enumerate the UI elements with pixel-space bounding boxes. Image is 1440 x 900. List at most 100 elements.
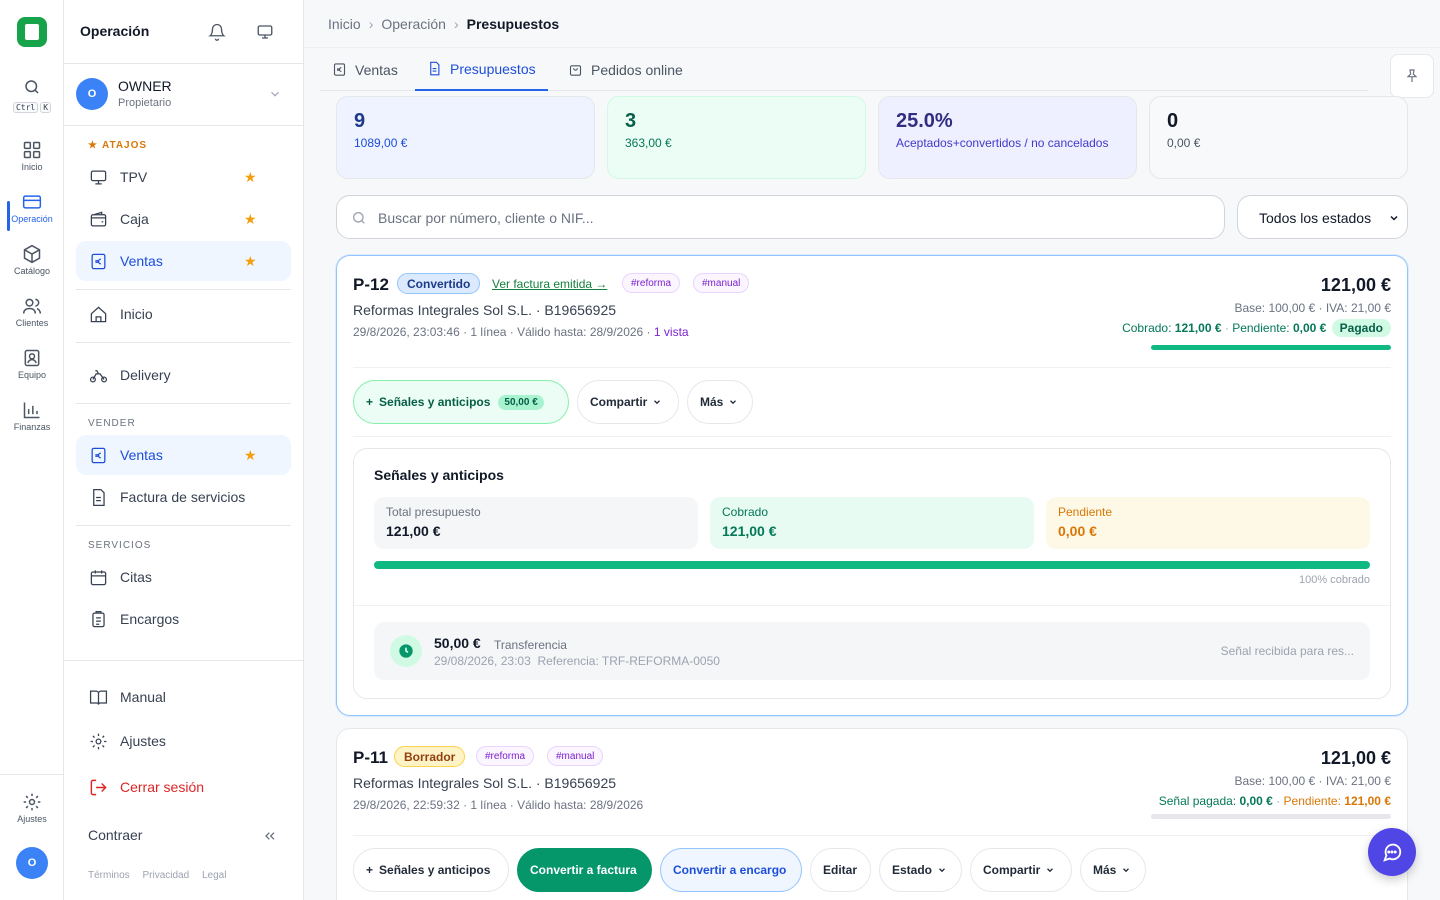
section-label: VENDER bbox=[88, 418, 136, 429]
payment-row[interactable]: 50,00 € Transferencia 29/08/2026, 23:03 … bbox=[374, 622, 1370, 680]
sidebar-header: Operación bbox=[64, 0, 303, 64]
sidebar-item-ventas[interactable]: Ventas ★ bbox=[76, 435, 291, 475]
stat-sub: 363,00 € bbox=[625, 136, 672, 150]
pending-amount: 0,00 € bbox=[1292, 321, 1327, 335]
rail-item-clientes[interactable]: Clientes bbox=[0, 296, 64, 346]
user-switcher[interactable]: O OWNER Propietario bbox=[64, 64, 304, 126]
deposits-button[interactable]: + Señales y anticipos bbox=[353, 848, 509, 892]
quote-total: 121,00 € bbox=[1320, 748, 1391, 768]
rail-item-finanzas[interactable]: Finanzas bbox=[0, 400, 64, 450]
app-logo[interactable] bbox=[17, 17, 47, 47]
button-label: Compartir bbox=[590, 395, 648, 409]
rail-label: Clientes bbox=[15, 318, 49, 328]
status-button[interactable]: Estado bbox=[879, 848, 962, 892]
rail-label: Finanzas bbox=[13, 422, 51, 432]
sidebar-item-label: Encargos bbox=[120, 611, 180, 627]
pending-amount: 121,00 € bbox=[1344, 794, 1391, 808]
rail-item-inicio[interactable]: Inicio bbox=[0, 140, 64, 190]
tag-badge[interactable]: #reforma bbox=[622, 273, 681, 293]
search-input[interactable]: Buscar por número, cliente o NIF... bbox=[336, 195, 1225, 239]
footer-links: Términos Privacidad Legal bbox=[88, 870, 236, 881]
divider bbox=[0, 774, 64, 775]
pending-label: Pendiente bbox=[1058, 505, 1113, 519]
sidebar-item-manual[interactable]: Manual bbox=[76, 677, 291, 717]
breadcrumb-item[interactable]: Inicio bbox=[328, 16, 361, 32]
display-button[interactable] bbox=[256, 23, 274, 41]
breadcrumb-item[interactable]: Operación bbox=[381, 16, 446, 32]
quote-card[interactable]: P-11 Borrador #reforma #manual Reformas … bbox=[336, 728, 1408, 900]
stat-value: 3 bbox=[625, 110, 637, 132]
tag-badge[interactable]: #manual bbox=[693, 273, 750, 293]
kbd-ctrl: Ctrl bbox=[12, 102, 39, 113]
logout-icon bbox=[90, 779, 107, 796]
avatar: O bbox=[76, 78, 108, 110]
sidebar-title: Operación bbox=[80, 23, 150, 39]
notifications-button[interactable] bbox=[208, 23, 226, 41]
rail-item-equipo[interactable]: Equipo bbox=[0, 348, 64, 398]
avatar[interactable]: O bbox=[16, 847, 48, 879]
divider bbox=[353, 436, 1391, 437]
star-icon[interactable]: ★ bbox=[244, 253, 257, 270]
convert-to-order-button[interactable]: Convertir a encargo bbox=[660, 848, 802, 892]
sidebar: Operación O OWNER Propietario ★ ATAJOS TP… bbox=[64, 0, 304, 900]
bell-icon bbox=[208, 23, 226, 41]
sidebar-item-ventas-fav[interactable]: Ventas ★ bbox=[76, 241, 291, 281]
tab-pedidos-online[interactable]: Pedidos online bbox=[568, 48, 683, 91]
collapse-sidebar-label[interactable]: Contraer bbox=[88, 827, 142, 843]
sidebar-item-inicio[interactable]: Inicio bbox=[76, 294, 291, 334]
edit-button[interactable]: Editar bbox=[810, 848, 871, 892]
wallet-icon bbox=[90, 211, 107, 227]
command-search[interactable]: Ctrl K bbox=[0, 78, 64, 113]
pending-box: Pendiente 0,00 € bbox=[1046, 497, 1370, 549]
quote-card[interactable]: P-12 Convertido Ver factura emitida → #r… bbox=[336, 255, 1408, 716]
star-icon[interactable]: ★ bbox=[244, 169, 257, 186]
invoice-link[interactable]: Ver factura emitida → bbox=[492, 277, 607, 291]
star-icon[interactable]: ★ bbox=[244, 447, 257, 464]
sidebar-item-tpv[interactable]: TPV ★ bbox=[76, 157, 291, 197]
privacy-link[interactable]: Privacidad bbox=[142, 870, 189, 881]
sidebar-item-ajustes[interactable]: Ajustes bbox=[76, 721, 291, 761]
button-label: Convertir a encargo bbox=[673, 863, 787, 877]
sidebar-item-label: TPV bbox=[120, 169, 148, 185]
total-value: 121,00 € bbox=[386, 523, 441, 539]
rail-item-ajustes[interactable]: Ajustes bbox=[0, 792, 64, 842]
sidebar-item-caja[interactable]: Caja ★ bbox=[76, 199, 291, 239]
star-icon[interactable]: ★ bbox=[244, 211, 257, 228]
tab-bar: Ventas Presupuestos Pedidos online bbox=[320, 48, 1368, 91]
rail-item-catalogo[interactable]: Catálogo bbox=[0, 244, 64, 294]
logout-button[interactable]: Cerrar sesión bbox=[76, 767, 291, 807]
share-button[interactable]: Compartir bbox=[970, 848, 1072, 892]
tab-presupuestos[interactable]: Presupuestos bbox=[415, 48, 548, 91]
chevron-down-icon bbox=[1123, 868, 1130, 873]
sidebar-item-citas[interactable]: Citas bbox=[76, 557, 291, 597]
collected-label: Cobrado: bbox=[1122, 321, 1172, 335]
convert-to-invoice-button[interactable]: Convertir a factura bbox=[517, 848, 652, 892]
book-icon bbox=[89, 690, 108, 705]
legal-link[interactable]: Legal bbox=[202, 870, 226, 881]
sidebar-item-encargos[interactable]: Encargos bbox=[76, 599, 291, 639]
share-button[interactable]: Compartir bbox=[577, 380, 679, 424]
card-icon bbox=[22, 195, 42, 209]
deposits-button[interactable]: + Señales y anticipos 50,00 € bbox=[353, 380, 569, 424]
chevrons-left-icon[interactable] bbox=[262, 828, 278, 844]
sidebar-item-label: Factura de servicios bbox=[120, 489, 246, 505]
terms-link[interactable]: Términos bbox=[88, 870, 130, 881]
more-button[interactable]: Más bbox=[1080, 848, 1146, 892]
quote-meta: 29/8/2026, 22:59:32 · 1 línea · Válido h… bbox=[353, 798, 644, 812]
button-label: Señales y anticipos bbox=[379, 395, 491, 409]
divider bbox=[64, 660, 304, 661]
tag-badge[interactable]: #manual bbox=[547, 746, 604, 766]
tag-badge[interactable]: #reforma bbox=[476, 746, 535, 766]
sidebar-item-delivery[interactable]: Delivery bbox=[76, 355, 291, 395]
rail-item-operacion[interactable]: Operación bbox=[0, 192, 64, 242]
quote-number: P-12 bbox=[353, 275, 389, 294]
status-filter-select[interactable]: Todos los estados bbox=[1237, 195, 1408, 239]
chat-button[interactable] bbox=[1368, 828, 1416, 876]
tab-ventas[interactable]: Ventas bbox=[332, 48, 398, 91]
sidebar-item-factura-servicios[interactable]: Factura de servicios bbox=[76, 477, 291, 517]
more-button[interactable]: Más bbox=[687, 380, 753, 424]
button-label: Convertir a factura bbox=[530, 863, 637, 877]
pin-button[interactable] bbox=[1390, 54, 1434, 98]
breadcrumb-current: Presupuestos bbox=[466, 16, 560, 32]
tab-label: Pedidos online bbox=[591, 61, 683, 78]
